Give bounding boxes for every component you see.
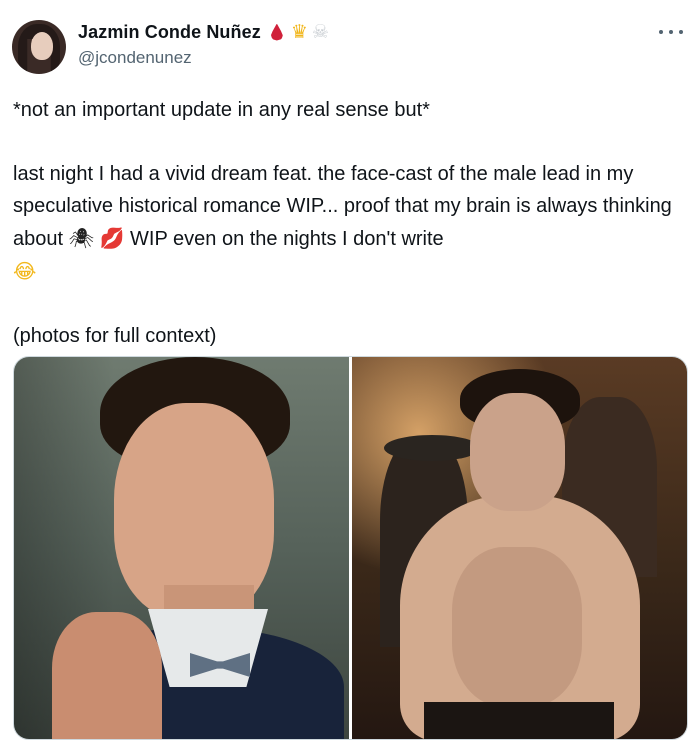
tweet-line: (photos for full context): [13, 325, 217, 347]
tweet-card: Jazmin Conde Nuñez ♛ ☠ @jcondenunez *not…: [0, 0, 697, 755]
photo-right-pants: [424, 702, 614, 739]
photo-left[interactable]: [14, 357, 349, 739]
photo-left-hand: [52, 612, 162, 739]
skull-icon: ☠: [311, 20, 329, 43]
display-name[interactable]: Jazmin Conde Nuñez: [78, 22, 261, 43]
more-options-button[interactable]: [659, 22, 683, 42]
more-dot-icon: [679, 30, 683, 34]
more-dot-icon: [669, 30, 673, 34]
author-row: Jazmin Conde Nuñez ♛ ☠: [78, 20, 329, 44]
media-grid[interactable]: [13, 356, 688, 740]
photo-right[interactable]: [352, 357, 687, 739]
tweet-text: *not an important update in any real sen…: [13, 94, 689, 352]
tweet-line: last night I had a vivid dream feat. the…: [13, 158, 689, 288]
photo-right-face: [470, 393, 565, 511]
more-dot-icon: [659, 30, 663, 34]
photo-right-hat: [384, 435, 480, 461]
spider-emoji: 🕷: [68, 226, 95, 250]
user-handle[interactable]: @jcondenunez: [78, 48, 192, 68]
avatar-face: [31, 32, 53, 60]
tweet-line: *not an important update in any real sen…: [13, 99, 430, 121]
blood-drop-icon: [270, 23, 283, 41]
tweet-line-text: WIP even on the nights I don't write: [130, 228, 444, 250]
crown-icon: ♛: [290, 20, 308, 43]
laughing-emoji: 😂: [13, 259, 37, 283]
photo-right-shadow: [452, 547, 582, 707]
lips-emoji: 💋: [99, 226, 125, 250]
avatar[interactable]: [12, 20, 66, 74]
